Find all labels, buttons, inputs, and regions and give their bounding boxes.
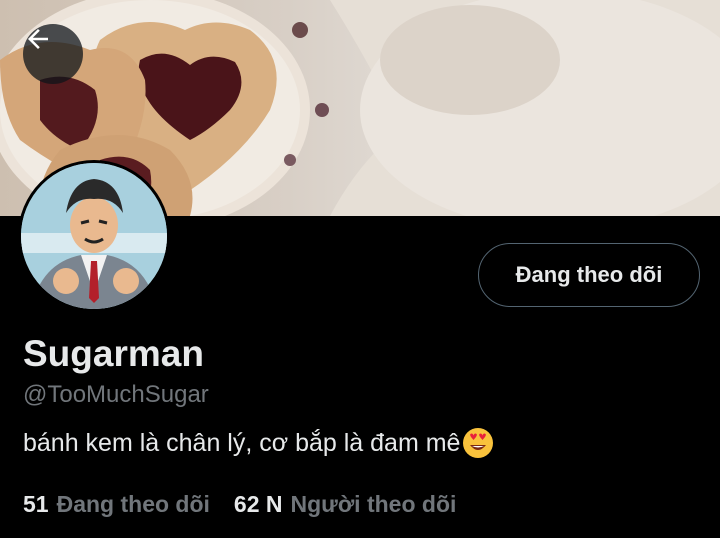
user-handle: @TooMuchSugar bbox=[23, 381, 209, 408]
display-name: Sugarman bbox=[23, 333, 204, 374]
profile-stats: 51 Đang theo dõi 62 N Người theo dõi bbox=[23, 491, 480, 518]
following-stat[interactable]: 51 Đang theo dõi bbox=[23, 491, 210, 518]
followers-count: 62 N bbox=[233, 491, 283, 517]
back-button[interactable] bbox=[23, 24, 83, 84]
following-count: 51 bbox=[23, 491, 49, 517]
following-label: Đang theo dõi bbox=[56, 491, 210, 517]
heart-eyes-emoji-icon bbox=[463, 428, 494, 458]
followers-stat[interactable]: 62 N Người theo dõi bbox=[234, 491, 456, 518]
profile-avatar[interactable] bbox=[18, 160, 170, 312]
avatar-image bbox=[21, 163, 167, 309]
arrow-left-icon bbox=[28, 29, 48, 49]
following-button[interactable]: Đang theo dõi bbox=[478, 243, 700, 307]
bio-text: bánh kem là chân lý, cơ bắp là đam mê bbox=[23, 428, 461, 457]
profile-bio: bánh kem là chân lý, cơ bắp là đam mê bbox=[23, 427, 494, 459]
followers-label: Người theo dõi bbox=[290, 491, 457, 517]
